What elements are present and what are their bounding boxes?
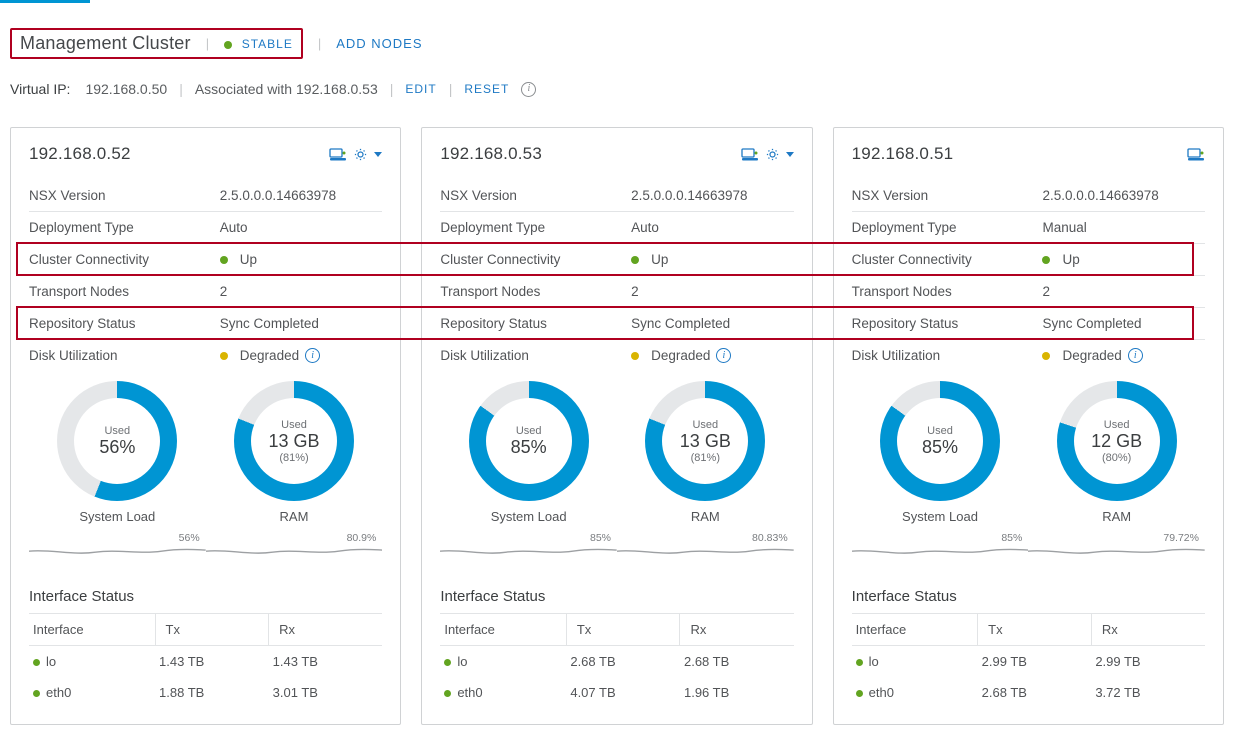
node-card: 192.168.0.51 NSX Version2.5.0.0.0.146639… <box>833 127 1224 725</box>
sparkline-load: 85% <box>440 534 617 564</box>
chart-label: RAM <box>645 509 765 524</box>
table-row: eth0 4.07 TB1.96 TB <box>440 677 793 708</box>
interface-table: InterfaceTxRx lo 2.68 TB2.68 TB eth0 4.0… <box>440 613 793 708</box>
interface-table: InterfaceTxRx lo 1.43 TB1.43 TB eth0 1.8… <box>29 613 382 708</box>
table-row: lo 2.99 TB2.99 TB <box>852 646 1205 678</box>
node-actions[interactable] <box>741 147 794 162</box>
vip-reset-button[interactable]: RESET <box>464 82 509 96</box>
interface-table: InterfaceTxRx lo 2.99 TB2.99 TB eth0 2.6… <box>852 613 1205 708</box>
status-dot-icon <box>631 256 639 264</box>
chevron-down-icon <box>786 152 794 157</box>
status-dot-icon <box>444 690 451 697</box>
chart-label: RAM <box>1057 509 1177 524</box>
interface-status-title: Interface Status <box>440 588 793 605</box>
host-icon <box>1187 147 1205 161</box>
node-actions[interactable] <box>1187 147 1205 161</box>
add-nodes-button[interactable]: ADD NODES <box>336 36 422 51</box>
pipe-sep: | <box>318 36 321 51</box>
chart-label: System Load <box>57 509 177 524</box>
cluster-title: Management Cluster <box>20 33 191 54</box>
sparkline-load: 56% <box>29 534 206 564</box>
row-cluster-connectivity: Cluster Connectivity Up <box>440 243 793 275</box>
node-actions[interactable] <box>329 147 382 162</box>
status-dot-icon <box>856 690 863 697</box>
status-dot-icon <box>220 352 228 360</box>
info-icon[interactable]: i <box>716 348 731 363</box>
gear-icon <box>353 147 368 162</box>
gear-icon <box>765 147 780 162</box>
cluster-status-label: STABLE <box>242 37 293 51</box>
table-row: lo 2.68 TB2.68 TB <box>440 646 793 678</box>
node-ip: 192.168.0.52 <box>29 144 131 164</box>
host-icon <box>741 147 759 161</box>
row-cluster-connectivity: Cluster Connectivity Up <box>852 243 1205 275</box>
system-load-donut: Used 56% <box>57 381 177 501</box>
info-icon[interactable]: i <box>305 348 320 363</box>
sparkline-ram: 80.83% <box>617 534 794 564</box>
chevron-down-icon <box>374 152 382 157</box>
sparkline-ram: 80.9% <box>206 534 383 564</box>
node-card: 192.168.0.52 NSX Version2.5.0.0.0.146639… <box>10 127 401 725</box>
table-row: eth0 2.68 TB3.72 TB <box>852 677 1205 708</box>
row-repository-status: Repository StatusSync Completed <box>29 307 382 339</box>
vip-assoc: Associated with 192.168.0.53 <box>195 81 378 97</box>
node-ip: 192.168.0.51 <box>852 144 954 164</box>
vip-label: Virtual IP: <box>10 81 70 97</box>
ram-donut: Used 13 GB (81%) <box>234 381 354 501</box>
vip-value: 192.168.0.50 <box>85 81 167 97</box>
system-load-donut: Used 85% <box>469 381 589 501</box>
interface-status-title: Interface Status <box>852 588 1205 605</box>
status-dot-icon <box>33 690 40 697</box>
info-icon[interactable]: i <box>1128 348 1143 363</box>
status-dot-icon <box>220 256 228 264</box>
cluster-title-block: Management Cluster | STABLE <box>10 28 303 59</box>
row-repository-status: Repository StatusSync Completed <box>852 307 1205 339</box>
status-dot-icon <box>856 659 863 666</box>
status-dot-icon <box>1042 256 1050 264</box>
interface-status-title: Interface Status <box>29 588 382 605</box>
system-load-donut: Used 85% <box>880 381 1000 501</box>
sparkline-load: 85% <box>852 534 1029 564</box>
node-card: 192.168.0.53 NSX Version2.5.0.0.0.146639… <box>421 127 812 725</box>
status-dot-icon <box>631 352 639 360</box>
status-dot-icon <box>224 41 232 49</box>
ram-donut: Used 12 GB (80%) <box>1057 381 1177 501</box>
row-repository-status: Repository StatusSync Completed <box>440 307 793 339</box>
vip-edit-button[interactable]: EDIT <box>405 82 436 96</box>
info-icon[interactable]: i <box>521 82 536 97</box>
chart-label: System Load <box>880 509 1000 524</box>
cluster-status: STABLE <box>224 36 293 51</box>
row-cluster-connectivity: Cluster Connectivity Up <box>29 243 382 275</box>
pipe-sep: | <box>206 36 209 51</box>
table-row: eth0 1.88 TB3.01 TB <box>29 677 382 708</box>
chart-label: RAM <box>234 509 354 524</box>
sparkline-ram: 79.72% <box>1028 534 1205 564</box>
node-ip: 192.168.0.53 <box>440 144 542 164</box>
host-icon <box>329 147 347 161</box>
status-dot-icon <box>1042 352 1050 360</box>
ram-donut: Used 13 GB (81%) <box>645 381 765 501</box>
status-dot-icon <box>33 659 40 666</box>
status-dot-icon <box>444 659 451 666</box>
table-row: lo 1.43 TB1.43 TB <box>29 646 382 678</box>
chart-label: System Load <box>469 509 589 524</box>
